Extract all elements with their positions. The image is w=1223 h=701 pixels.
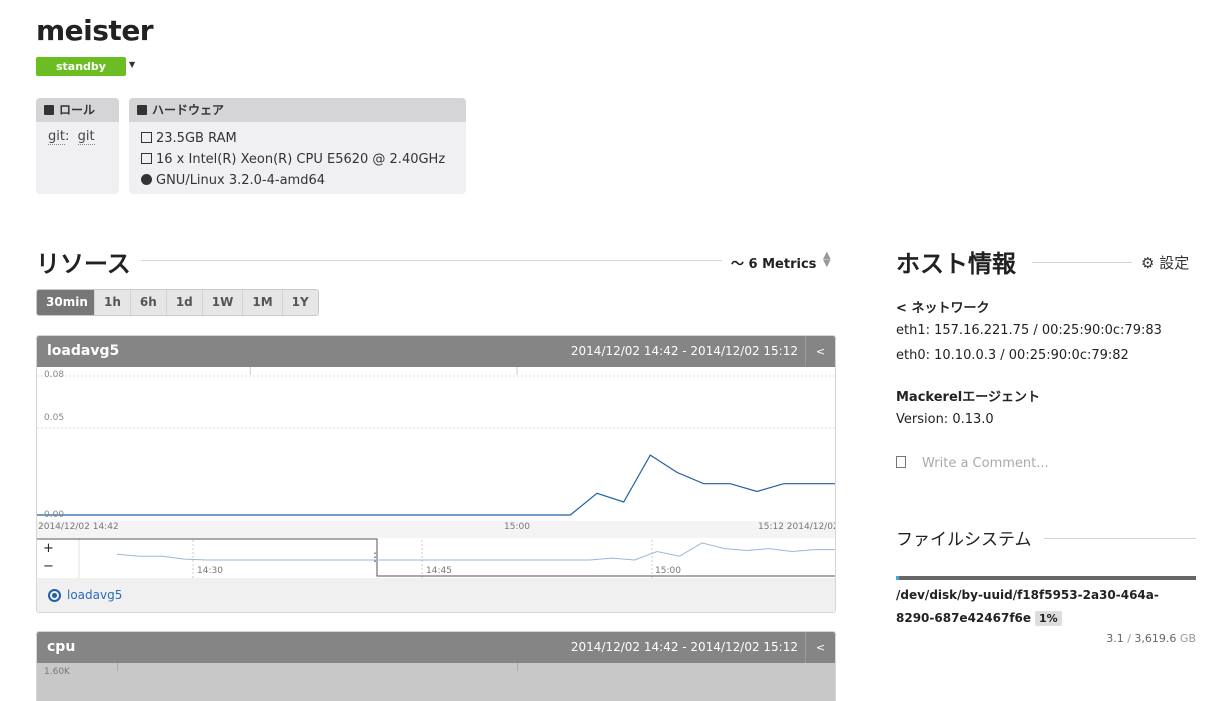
navigator-tick-label: 14:45 — [426, 566, 452, 576]
hardware-os: GNU/Linux 3.2.0-4-amd64 — [156, 173, 326, 188]
hardware-cpu-row: 16 x Intel(R) Xeon(R) CPU E5620 @ 2.40GH… — [141, 149, 454, 170]
role-box-header: ロール — [36, 98, 119, 122]
hardware-box-header: ハードウェア — [129, 98, 466, 122]
range-tab-6h[interactable]: 6h — [130, 290, 167, 315]
metrics-wave-icon: 〜 — [731, 257, 745, 272]
navigator-tick-label: 15:00 — [655, 566, 681, 576]
range-tab-1y[interactable]: 1Y — [282, 290, 318, 315]
comment-input[interactable]: Write a Comment... — [922, 456, 1049, 471]
filesystem-percent-badge: 1% — [1035, 611, 1062, 626]
network-title: ネットワーク — [911, 301, 990, 316]
range-navigator[interactable]: ⋮ ⋮ + − 14:30 14:45 15:00 — [37, 538, 835, 578]
resources-title: リソース — [36, 244, 141, 279]
graph-time-range: 2014/12/02 14:42 - 2014/12/02 15:12 — [570, 640, 798, 654]
status-dropdown-caret-icon[interactable]: ▼ — [129, 60, 135, 69]
y-tick-label: 0.05 — [44, 413, 65, 423]
x-tick-label: 15:00 — [504, 522, 530, 532]
y-tick-label: 1.60K — [44, 667, 70, 677]
x-tick-label: 2014/12/02 14:42 — [38, 522, 119, 532]
network-heading: < ネットワーク — [896, 297, 989, 316]
legend-label[interactable]: loadavg5 — [67, 588, 122, 602]
loadavg5-chart — [37, 367, 835, 539]
navigator-tick-label: 14:30 — [197, 566, 223, 576]
hardware-os-row: GNU/Linux 3.2.0-4-amd64 — [141, 170, 454, 191]
hardware-memory: 23.5GB RAM — [156, 131, 237, 146]
network-share-icon: < — [896, 301, 907, 316]
role-icon — [44, 105, 54, 115]
hardware-icon — [137, 105, 147, 115]
metrics-sort-icon[interactable]: ▲ ▼ — [823, 251, 831, 269]
filesystem-unit: GB — [1179, 632, 1196, 645]
filesystem-usage-separator: / — [1127, 632, 1131, 645]
memory-icon — [141, 132, 152, 143]
x-axis-band — [37, 521, 835, 539]
loadavg5-series-line — [37, 454, 835, 516]
x-tick-label: 15:12 2014/12/02 — [758, 522, 836, 532]
graph-legend: loadavg5 — [37, 578, 835, 612]
status-badge[interactable]: standby — [36, 57, 126, 76]
graph-time-range: 2014/12/02 14:42 - 2014/12/02 15:12 — [570, 344, 798, 358]
cpu-icon — [141, 153, 152, 164]
metrics-count: 6 Metrics — [748, 257, 817, 272]
role-service-link[interactable]: git — [48, 129, 65, 145]
graph-header: cpu 2014/12/02 14:42 - 2014/12/02 15:12 … — [37, 632, 835, 663]
host-info-divider — [1032, 262, 1132, 263]
role-box-title: ロール — [59, 103, 96, 117]
metrics-selector[interactable]: 〜 6 Metrics — [731, 253, 816, 272]
filesystem-total: 3,619.6 — [1134, 632, 1177, 645]
y-tick-label: 0.00 — [44, 510, 65, 520]
role-box: ロール git: git — [36, 98, 119, 194]
range-tab-1m[interactable]: 1M — [243, 290, 283, 315]
hardware-memory-row: 23.5GB RAM — [141, 128, 454, 149]
zoom-out-button[interactable]: − — [43, 559, 54, 574]
comment-document-icon — [896, 456, 906, 468]
graph-card-cpu: cpu 2014/12/02 14:42 - 2014/12/02 15:12 … — [36, 631, 836, 701]
hardware-box-title: ハードウェア — [152, 103, 225, 117]
range-tab-1h[interactable]: 1h — [95, 290, 131, 315]
navigator-series-line — [116, 542, 835, 561]
filesystem-used: 3.1 — [1106, 632, 1124, 645]
cpu-chart-loading: 1.60K — [37, 663, 835, 701]
os-icon — [141, 174, 152, 185]
interface-eth0: eth0: 10.10.0.3 / 00:25:90:0c:79:82 — [896, 348, 1129, 363]
range-tab-1w[interactable]: 1W — [202, 290, 244, 315]
filesystem-device-path: /dev/disk/by-uuid/f18f5953-2a30-464a-829… — [896, 588, 1159, 625]
time-range-tabs: 30min 1h 6h 1d 1W 1M 1Y — [36, 289, 319, 316]
filesystem-divider — [1044, 538, 1196, 539]
agent-heading: Mackerelエージェント — [896, 390, 1040, 405]
gear-icon: ⚙ — [1141, 254, 1155, 272]
settings-button[interactable]: ⚙ 設定 — [1141, 252, 1189, 273]
hardware-cpu: 16 x Intel(R) Xeon(R) CPU E5620 @ 2.40GH… — [156, 152, 446, 167]
filesystem-title: ファイルシステム — [896, 525, 1042, 550]
hardware-box: ハードウェア 23.5GB RAM 16 x Intel(R) Xeon(R) … — [129, 98, 466, 194]
graph-card-loadavg5: loadavg5 2014/12/02 14:42 - 2014/12/02 1… — [36, 335, 836, 613]
role-name-link[interactable]: git — [77, 129, 95, 145]
legend-radio-icon[interactable] — [48, 589, 61, 602]
navigator-left-handle-icon[interactable]: ⋮ — [369, 550, 381, 564]
range-tab-1d[interactable]: 1d — [166, 290, 203, 315]
agent-version: Version: 0.13.0 — [896, 412, 994, 427]
zoom-in-button[interactable]: + — [43, 541, 54, 556]
graph-title[interactable]: loadavg5 — [47, 343, 119, 359]
interface-eth1: eth1: 157.16.221.75 / 00:25:90:0c:79:83 — [896, 323, 1162, 338]
range-tab-30min[interactable]: 30min — [37, 290, 95, 315]
graph-header: loadavg5 2014/12/02 14:42 - 2014/12/02 1… — [37, 336, 835, 367]
filesystem-usage-bar — [896, 576, 1196, 580]
share-icon[interactable]: < — [805, 336, 835, 367]
filesystem-device: /dev/disk/by-uuid/f18f5953-2a30-464a-829… — [896, 584, 1196, 630]
filesystem-usage: 3.1 / 3,619.6 GB — [1050, 632, 1196, 645]
resources-divider — [135, 260, 722, 261]
settings-label: 設定 — [1159, 254, 1190, 272]
filesystem-usage-fill — [896, 576, 899, 580]
graph-title[interactable]: cpu — [47, 639, 75, 655]
host-info-title: ホスト情報 — [896, 244, 1026, 279]
share-icon[interactable]: < — [805, 632, 835, 663]
host-name: meister — [36, 14, 154, 47]
y-tick-label: 0.08 — [44, 370, 65, 380]
